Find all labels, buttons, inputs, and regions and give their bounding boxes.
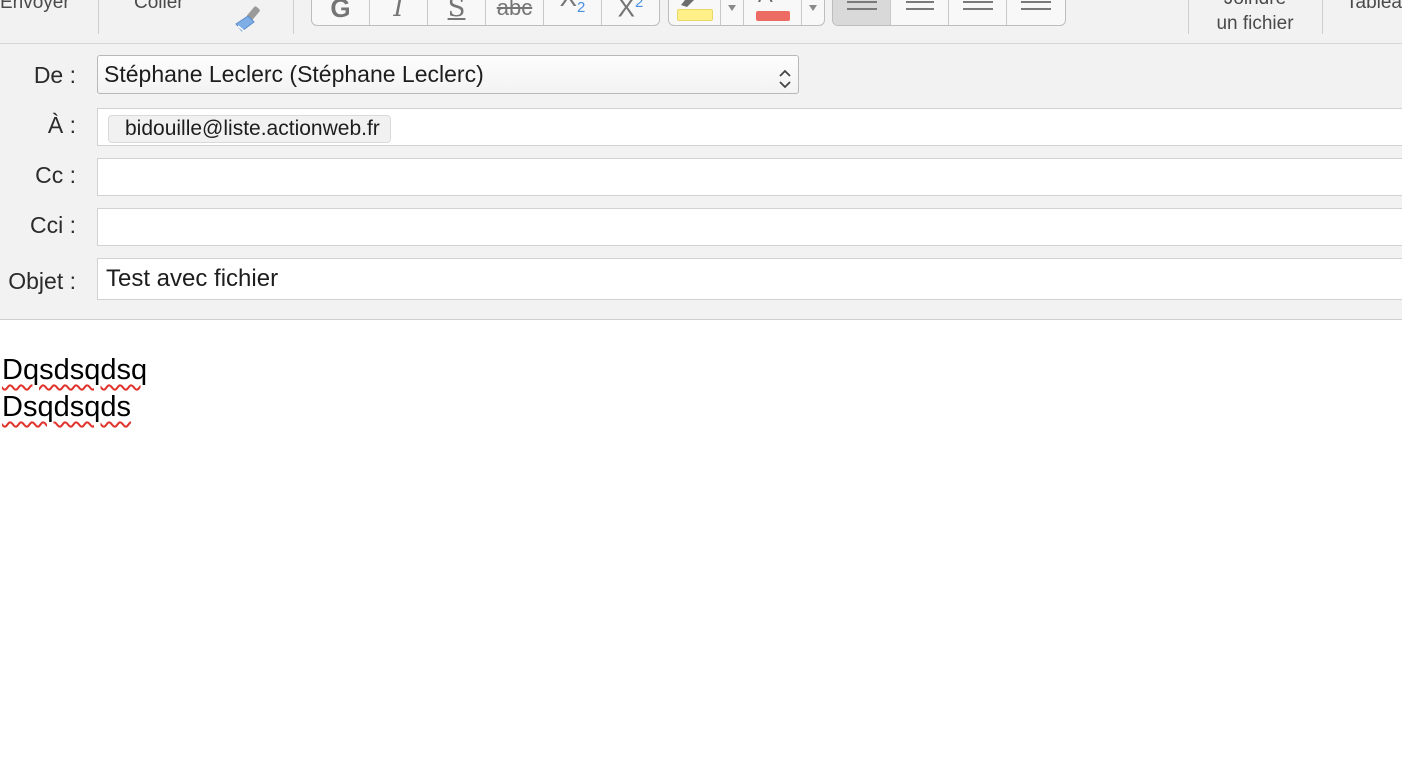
align-justify-button[interactable] xyxy=(1007,0,1064,25)
select-stepper-icon xyxy=(778,64,792,89)
highlight-color-button[interactable] xyxy=(669,0,744,25)
toolbar-separator xyxy=(98,0,99,34)
from-label: De : xyxy=(33,62,76,88)
body-line: Dqsdsqdsq xyxy=(2,354,148,386)
strikethrough-icon: abc xyxy=(496,0,533,20)
align-left-button[interactable] xyxy=(833,0,891,25)
underline-icon: S xyxy=(447,0,466,23)
bcc-field[interactable] xyxy=(97,208,1402,246)
message-body[interactable]: Dqsdsqdsq Dsqdsqds xyxy=(2,352,147,426)
attach-file-button[interactable]: Joindre un fichier xyxy=(1204,0,1306,34)
highlighter-icon xyxy=(679,0,695,7)
send-button[interactable]: Envoyer xyxy=(0,0,70,14)
paste-button[interactable]: Coller xyxy=(134,0,184,14)
format-painter-icon[interactable] xyxy=(232,4,266,34)
subscript-button[interactable]: X2 xyxy=(544,0,602,25)
align-left-icon xyxy=(846,1,877,10)
compose-toolbar: Envoyer Coller G I S abc X2 X2 xyxy=(0,0,1402,44)
italic-button[interactable]: I xyxy=(370,0,428,25)
bcc-label: Cci : xyxy=(30,212,76,238)
recipient-token[interactable]: bidouille@liste.actionweb.fr xyxy=(108,115,391,143)
toolbar-separator xyxy=(1188,0,1189,34)
to-label: À : xyxy=(47,112,76,138)
attach-label-line2: un fichier xyxy=(1216,13,1294,34)
text-style-group: G I S abc X2 X2 xyxy=(311,0,660,26)
alignment-group xyxy=(832,0,1066,26)
align-right-button[interactable] xyxy=(949,0,1007,25)
text-color-icon: A xyxy=(758,0,773,6)
from-select[interactable]: Stéphane Leclerc (Stéphane Leclerc) xyxy=(97,55,799,94)
toolbar-separator xyxy=(1322,0,1323,34)
body-line: Dsqdsqds xyxy=(2,391,131,423)
table-button[interactable]: Tablea xyxy=(1346,0,1402,14)
superscript-button[interactable]: X2 xyxy=(602,0,659,25)
chevron-down-icon[interactable] xyxy=(720,0,743,25)
bold-button[interactable]: G xyxy=(312,0,370,25)
italic-icon: I xyxy=(393,0,404,23)
color-group: A xyxy=(668,0,825,26)
from-value: Stéphane Leclerc (Stéphane Leclerc) xyxy=(104,61,484,87)
highlight-swatch xyxy=(677,9,713,21)
to-field[interactable]: bidouille@liste.actionweb.fr xyxy=(97,108,1402,146)
text-color-swatch xyxy=(756,11,790,21)
align-right-icon xyxy=(962,1,993,10)
chevron-down-icon[interactable] xyxy=(801,0,824,25)
bold-icon: G xyxy=(330,0,351,23)
align-justify-icon xyxy=(1020,1,1051,10)
text-color-button[interactable]: A xyxy=(744,0,824,25)
cc-label: Cc : xyxy=(35,162,76,188)
subscript-icon: X2 xyxy=(560,0,586,16)
underline-button[interactable]: S xyxy=(428,0,486,25)
attach-label-line1: Joindre xyxy=(1204,0,1306,10)
strikethrough-button[interactable]: abc xyxy=(486,0,544,25)
subject-value: Test avec fichier xyxy=(106,265,279,292)
align-center-icon xyxy=(905,1,934,10)
subject-field[interactable]: Test avec fichier xyxy=(97,258,1402,300)
cc-field[interactable] xyxy=(97,158,1402,196)
message-header: De : Stéphane Leclerc (Stéphane Leclerc)… xyxy=(0,44,1402,320)
superscript-icon: X2 xyxy=(617,0,644,23)
align-center-button[interactable] xyxy=(891,0,949,25)
subject-label: Objet : xyxy=(8,268,76,294)
toolbar-separator xyxy=(293,0,294,34)
